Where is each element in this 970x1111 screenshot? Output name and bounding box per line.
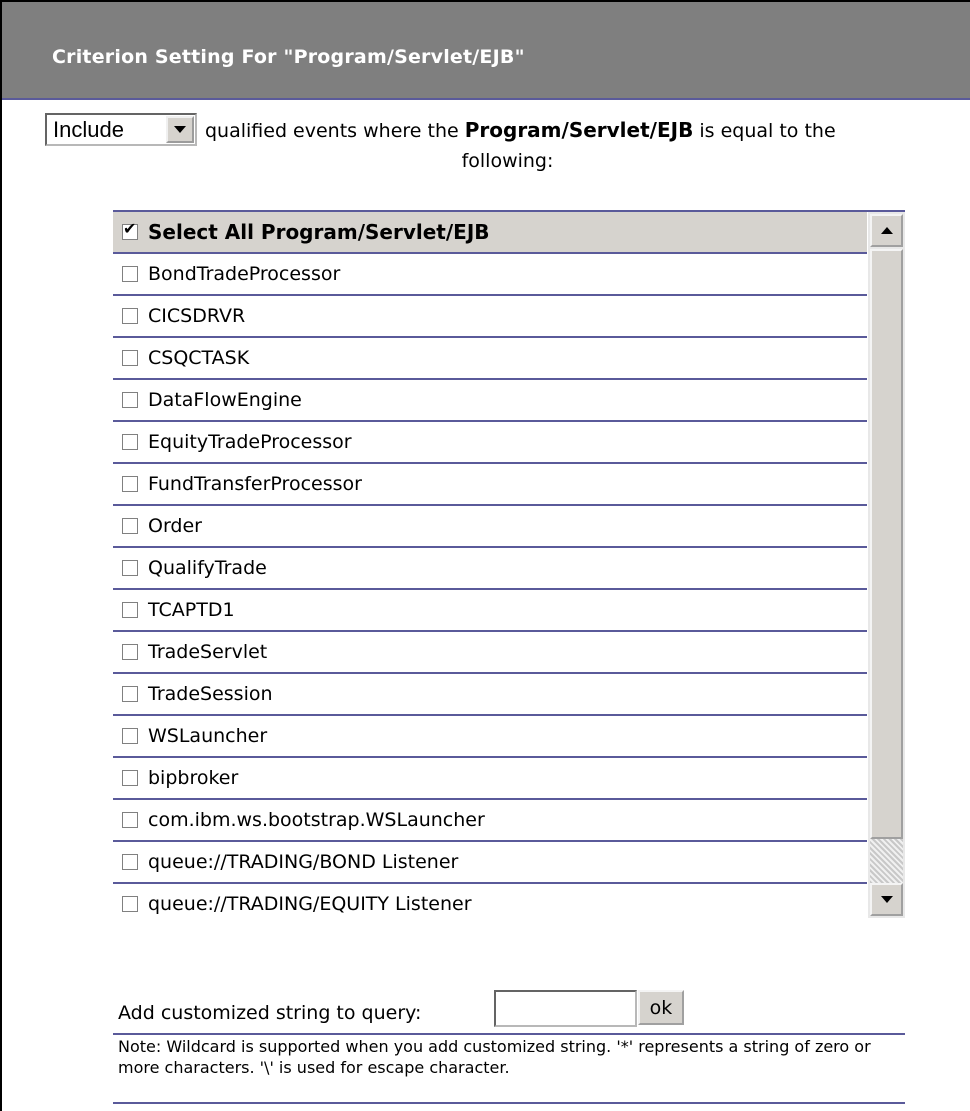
list-item[interactable]: CICSDRVR (113, 296, 867, 338)
item-checkbox[interactable] (122, 560, 138, 576)
include-select-value: Include (53, 116, 124, 142)
page-title: Criterion Setting For "Program/Servlet/E… (52, 46, 525, 68)
item-checkbox[interactable] (122, 518, 138, 534)
item-checkbox[interactable] (122, 812, 138, 828)
list-item[interactable]: TradeSession (113, 674, 867, 716)
criterion-header: Criterion Setting For "Program/Servlet/E… (2, 2, 970, 100)
list-item[interactable]: QualifyTrade (113, 548, 867, 590)
divider (113, 1033, 905, 1035)
item-label: queue://TRADING/BOND Listener (148, 851, 459, 873)
select-all-label: Select All Program/Servlet/EJB (148, 220, 490, 244)
item-label: queue://TRADING/EQUITY Listener (148, 893, 472, 915)
item-checkbox[interactable] (122, 350, 138, 366)
item-label: CICSDRVR (148, 305, 246, 327)
list-item[interactable]: TradeServlet (113, 632, 867, 674)
dropdown-button[interactable] (166, 116, 194, 143)
list-item[interactable]: bipbroker (113, 758, 867, 800)
item-checkbox[interactable] (122, 308, 138, 324)
item-label: com.ibm.ws.bootstrap.WSLauncher (148, 809, 485, 831)
scrollbar-thumb[interactable] (870, 249, 903, 839)
custom-string-input[interactable] (494, 990, 637, 1027)
item-label: WSLauncher (148, 725, 268, 747)
item-checkbox[interactable] (122, 728, 138, 744)
sentence-field: Program/Servlet/EJB (464, 118, 694, 142)
scroll-up-button[interactable] (870, 214, 903, 247)
list-item[interactable]: DataFlowEngine (113, 380, 867, 422)
item-checkbox[interactable] (122, 602, 138, 618)
scroll-down-button[interactable] (870, 883, 903, 916)
item-checkbox[interactable] (122, 770, 138, 786)
custom-string-label: Add customized string to query: (118, 1002, 422, 1024)
item-label: FundTransferProcessor (148, 473, 362, 495)
item-label: Order (148, 515, 202, 537)
item-checkbox[interactable] (122, 896, 138, 912)
select-all-row[interactable]: Select All Program/Servlet/EJB (113, 212, 867, 254)
list-item[interactable]: FundTransferProcessor (113, 464, 867, 506)
list-item[interactable]: Order (113, 506, 867, 548)
item-checkbox[interactable] (122, 644, 138, 660)
item-label: CSQCTASK (148, 347, 250, 369)
wildcard-note: Note: Wildcard is supported when you add… (118, 1037, 871, 1077)
list-item[interactable]: WSLauncher (113, 716, 867, 758)
list-item[interactable]: TCAPTD1 (113, 590, 867, 632)
criterion-sentence: qualified events where the Program/Servl… (205, 118, 836, 142)
item-label: QualifyTrade (148, 557, 267, 579)
program-list: Select All Program/Servlet/EJB BondTrade… (113, 210, 905, 918)
item-label: TradeServlet (148, 641, 268, 663)
list-item[interactable]: BondTradeProcessor (113, 254, 867, 296)
list-item[interactable]: queue://TRADING/BOND Listener (113, 842, 867, 884)
divider (113, 1102, 905, 1104)
chevron-down-icon (174, 126, 186, 133)
ok-button[interactable]: ok (638, 990, 684, 1025)
criterion-sentence-line2: following: (461, 150, 554, 172)
item-label: BondTradeProcessor (148, 263, 341, 285)
list-scrollbar[interactable] (868, 212, 905, 918)
item-checkbox[interactable] (122, 476, 138, 492)
item-label: DataFlowEngine (148, 389, 302, 411)
program-list-rows: Select All Program/Servlet/EJB BondTrade… (113, 212, 867, 918)
arrow-down-icon (880, 896, 893, 903)
list-item[interactable]: com.ibm.ws.bootstrap.WSLauncher (113, 800, 867, 842)
item-label: EquityTradeProcessor (148, 431, 352, 453)
list-item[interactable]: CSQCTASK (113, 338, 867, 380)
list-item[interactable]: queue://TRADING/EQUITY Listener (113, 884, 867, 918)
item-checkbox[interactable] (122, 854, 138, 870)
sentence-suffix: is equal to the (693, 120, 836, 142)
item-label: bipbroker (148, 767, 239, 789)
include-exclude-select[interactable]: Include (45, 113, 197, 146)
arrow-up-icon (880, 227, 893, 234)
select-all-checkbox[interactable] (122, 219, 138, 240)
item-checkbox[interactable] (122, 392, 138, 408)
list-item[interactable]: EquityTradeProcessor (113, 422, 867, 464)
scrollbar-track[interactable] (870, 839, 903, 883)
sentence-prefix: qualified events where the (205, 120, 465, 142)
item-label: TradeSession (148, 683, 273, 705)
item-label: TCAPTD1 (148, 599, 235, 621)
item-checkbox[interactable] (122, 686, 138, 702)
item-checkbox[interactable] (122, 434, 138, 450)
item-checkbox[interactable] (122, 266, 138, 282)
